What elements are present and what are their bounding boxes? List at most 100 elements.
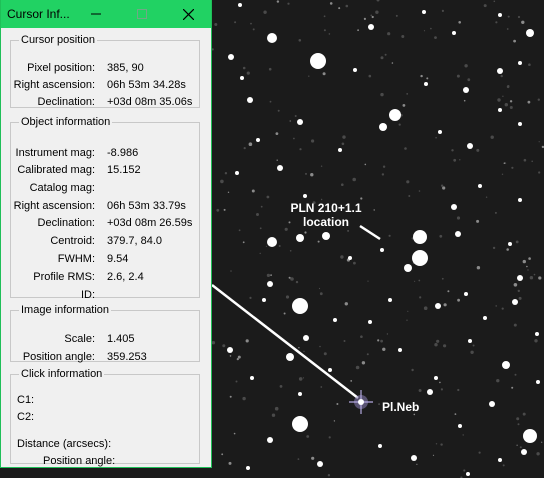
faint-star xyxy=(318,287,321,290)
faint-star xyxy=(304,231,307,234)
object-dec-label: Declination: xyxy=(37,217,95,229)
faint-star xyxy=(439,381,441,384)
c2-label: C2: xyxy=(17,411,35,423)
faint-star xyxy=(259,227,262,230)
faint-star xyxy=(401,35,405,38)
faint-star xyxy=(443,344,447,348)
faint-star xyxy=(266,195,270,199)
faint-star xyxy=(287,2,290,5)
faint-star xyxy=(382,347,386,351)
centroid-row: Centroid: 379.7, 84.0 xyxy=(11,235,199,251)
faint-star xyxy=(343,340,346,342)
faint-star xyxy=(367,280,369,282)
faint-star xyxy=(319,292,323,296)
faint-star xyxy=(503,162,506,164)
star xyxy=(412,250,428,266)
star xyxy=(455,231,461,237)
faint-star xyxy=(344,302,348,306)
faint-star xyxy=(476,148,480,152)
faint-star xyxy=(319,345,321,348)
faint-star xyxy=(246,71,250,75)
faint-star xyxy=(527,100,531,104)
instrument-mag-value: -8.986 xyxy=(107,147,139,159)
faint-star xyxy=(355,365,360,370)
faint-star xyxy=(265,245,267,247)
position-angle-row: Position angle: 359.253 xyxy=(11,351,199,367)
faint-star xyxy=(340,255,344,259)
faint-star xyxy=(327,474,331,477)
faint-star xyxy=(419,296,422,299)
faint-star xyxy=(382,165,386,168)
close-icon xyxy=(182,8,194,20)
faint-star xyxy=(406,319,408,321)
scale-value: 1.405 xyxy=(107,333,135,345)
faint-star xyxy=(317,240,320,243)
faint-star xyxy=(406,180,410,184)
faint-star xyxy=(250,22,252,25)
faint-star xyxy=(323,352,327,356)
close-button[interactable] xyxy=(165,0,211,28)
minimize-button[interactable] xyxy=(73,0,119,28)
faint-star xyxy=(275,132,279,136)
window-titlebar[interactable]: Cursor Inf... xyxy=(1,0,211,28)
cursor-dec-value: +03d 08m 35.06s xyxy=(107,96,193,108)
faint-star xyxy=(493,0,496,3)
star xyxy=(517,275,523,281)
faint-star xyxy=(293,137,295,140)
faint-star xyxy=(242,241,245,244)
faint-star xyxy=(251,189,255,193)
faint-star xyxy=(521,20,525,24)
faint-star xyxy=(271,413,276,417)
faint-star xyxy=(386,333,389,335)
faint-star xyxy=(407,310,409,312)
faint-star xyxy=(426,77,429,80)
faint-star xyxy=(288,276,291,279)
image-information-group: Image information Scale: 1.405 Position … xyxy=(10,304,200,363)
star xyxy=(297,119,303,125)
faint-star xyxy=(538,141,540,143)
faint-star xyxy=(485,196,488,198)
centroid-label: Centroid: xyxy=(50,235,95,247)
faint-star xyxy=(538,276,542,280)
faint-star xyxy=(528,63,531,66)
faint-star xyxy=(370,14,373,17)
calibrated-mag-label: Calibrated mag: xyxy=(17,164,95,176)
faint-star xyxy=(478,451,481,454)
star xyxy=(246,466,250,470)
star xyxy=(368,320,372,324)
faint-star xyxy=(518,296,522,300)
object-ra-row: Right ascension: 06h 53m 33.79s xyxy=(11,200,199,216)
pln-label-line2: location xyxy=(302,215,349,229)
star xyxy=(338,148,342,152)
star xyxy=(526,29,534,37)
faint-star xyxy=(363,17,366,20)
star xyxy=(458,424,462,428)
maximize-button[interactable] xyxy=(119,0,165,28)
faint-star xyxy=(527,269,529,271)
cursor-info-window: Cursor Inf... Cursor position Pixel posi… xyxy=(0,0,212,468)
faint-star xyxy=(500,74,503,78)
object-ra-label: Right ascension: xyxy=(13,200,95,212)
faint-star xyxy=(456,216,461,220)
faint-star xyxy=(402,104,406,107)
faint-star xyxy=(366,353,369,356)
faint-star xyxy=(323,29,326,32)
cursor-dec-label: Declination: xyxy=(37,96,95,108)
faint-star xyxy=(458,21,462,24)
star xyxy=(256,138,260,142)
pixel-position-row: Pixel position: 385, 90 xyxy=(11,62,199,78)
star xyxy=(483,316,487,320)
faint-star xyxy=(360,197,363,200)
star xyxy=(452,31,456,35)
faint-star xyxy=(492,246,496,250)
faint-star xyxy=(235,380,238,383)
faint-star xyxy=(234,21,237,24)
instrument-mag-label: Instrument mag: xyxy=(15,147,95,159)
faint-star xyxy=(457,388,460,392)
star xyxy=(228,54,234,60)
faint-star xyxy=(502,95,504,98)
faint-star xyxy=(242,66,246,70)
star xyxy=(468,339,472,343)
faint-star xyxy=(423,306,428,311)
star xyxy=(502,361,510,369)
